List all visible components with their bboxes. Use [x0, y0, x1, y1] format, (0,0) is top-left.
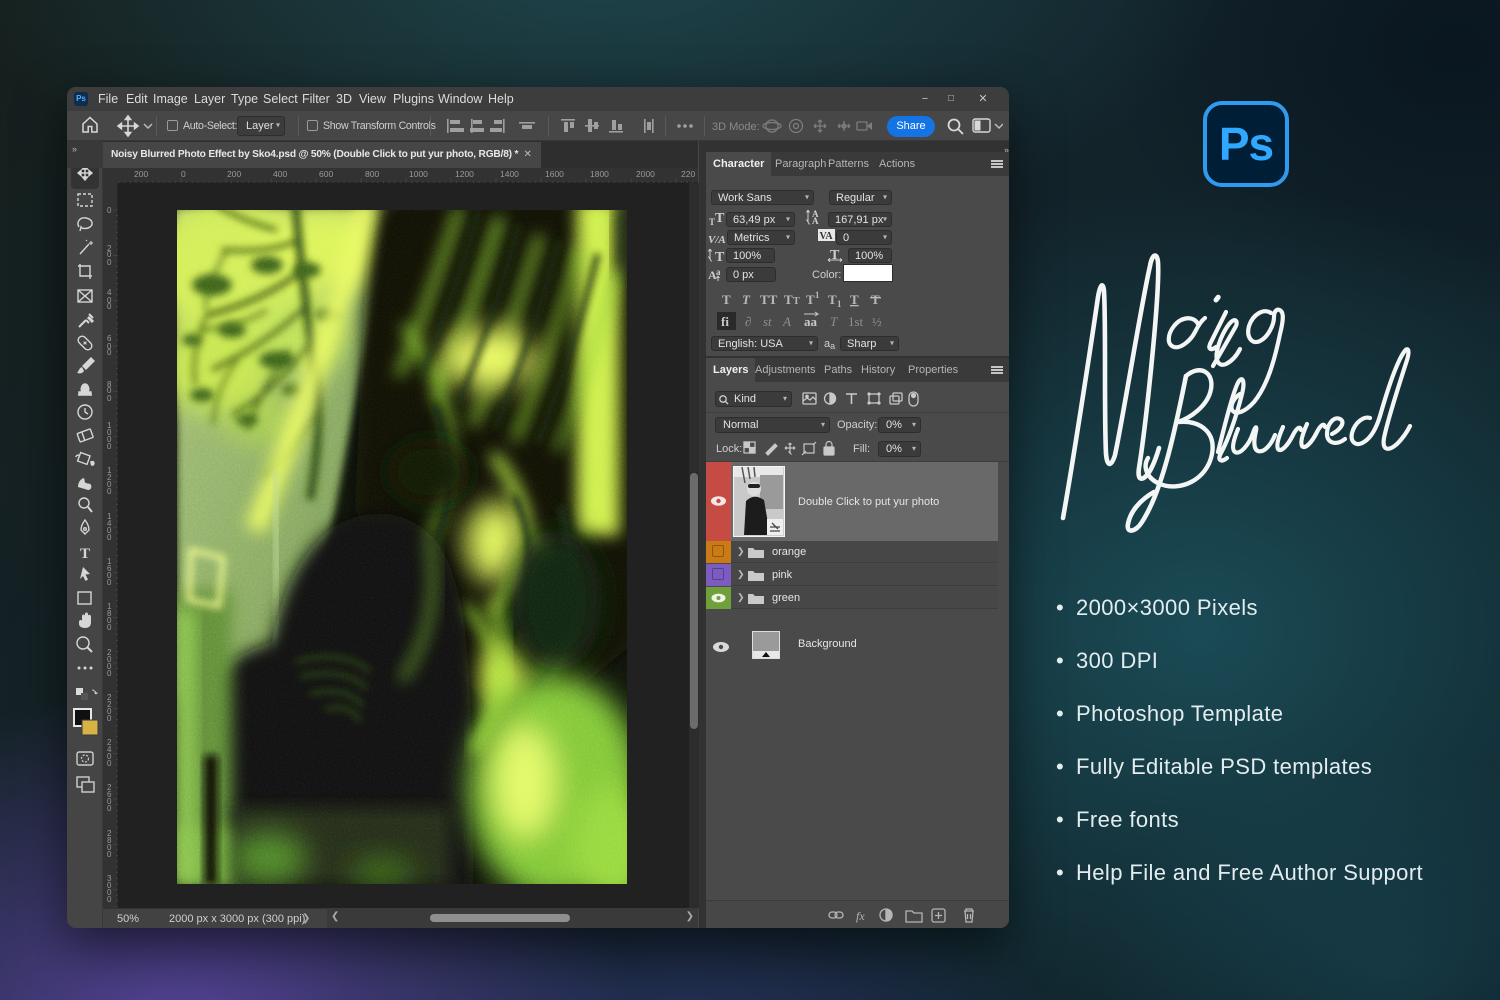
svg-text:0: 0 — [107, 623, 112, 632]
svg-text:1600: 1600 — [545, 169, 564, 179]
svg-text:0: 0 — [107, 759, 112, 768]
svg-text:0: 0 — [107, 533, 112, 542]
svg-text:0: 0 — [107, 258, 112, 267]
svg-text:V/A: V/A — [708, 234, 726, 246]
svg-text:0: 0 — [107, 895, 112, 904]
svg-text:½: ½ — [872, 314, 882, 329]
svg-text:1800: 1800 — [590, 169, 609, 179]
svg-text:VA: VA — [820, 231, 834, 242]
svg-text:0: 0 — [107, 206, 112, 215]
svg-text:0: 0 — [107, 850, 112, 859]
svg-text:1: 1 — [815, 290, 820, 300]
svg-text:fi: fi — [721, 314, 729, 329]
svg-text:0: 0 — [107, 578, 112, 587]
svg-text:T: T — [722, 292, 731, 307]
svg-text:T: T — [784, 292, 793, 307]
svg-text:T: T — [828, 292, 837, 307]
svg-text:TT: TT — [760, 292, 778, 307]
svg-text:A: A — [812, 209, 819, 219]
svg-text:220: 220 — [681, 169, 695, 179]
svg-text:T: T — [830, 314, 838, 329]
svg-text:fx: fx — [856, 909, 865, 923]
svg-text:600: 600 — [319, 169, 333, 179]
svg-text:a: a — [716, 267, 721, 277]
svg-text:0: 0 — [107, 394, 112, 403]
svg-text:400: 400 — [273, 169, 287, 179]
svg-text:1000: 1000 — [409, 169, 428, 179]
svg-text:A: A — [782, 314, 791, 329]
svg-text:0: 0 — [107, 302, 112, 311]
svg-text:T: T — [793, 296, 800, 307]
svg-text:1200: 1200 — [455, 169, 474, 179]
svg-text:0: 0 — [107, 669, 112, 678]
svg-text:0: 0 — [107, 348, 112, 357]
svg-text:2000: 2000 — [636, 169, 655, 179]
svg-text:3D Mode:: 3D Mode: — [712, 121, 760, 133]
svg-text:T: T — [830, 248, 840, 263]
svg-text:T: T — [806, 292, 815, 307]
svg-text:T: T — [871, 292, 880, 307]
svg-text:800: 800 — [365, 169, 379, 179]
svg-text:1: 1 — [837, 299, 842, 309]
svg-text:200: 200 — [134, 169, 148, 179]
svg-text:T: T — [850, 292, 859, 307]
svg-text:T: T — [715, 211, 725, 226]
svg-text:0: 0 — [107, 487, 112, 496]
svg-text:0: 0 — [107, 714, 112, 723]
svg-text:∂: ∂ — [745, 314, 751, 329]
svg-text:st: st — [763, 314, 772, 329]
svg-text:T: T — [742, 292, 751, 307]
svg-text:0: 0 — [181, 169, 186, 179]
svg-text:1st: 1st — [848, 314, 864, 329]
svg-text:T: T — [80, 546, 90, 562]
svg-text:200: 200 — [227, 169, 241, 179]
svg-text:0: 0 — [107, 442, 112, 451]
svg-text:0: 0 — [107, 804, 112, 813]
svg-text:1400: 1400 — [500, 169, 519, 179]
svg-text:T: T — [715, 250, 725, 265]
